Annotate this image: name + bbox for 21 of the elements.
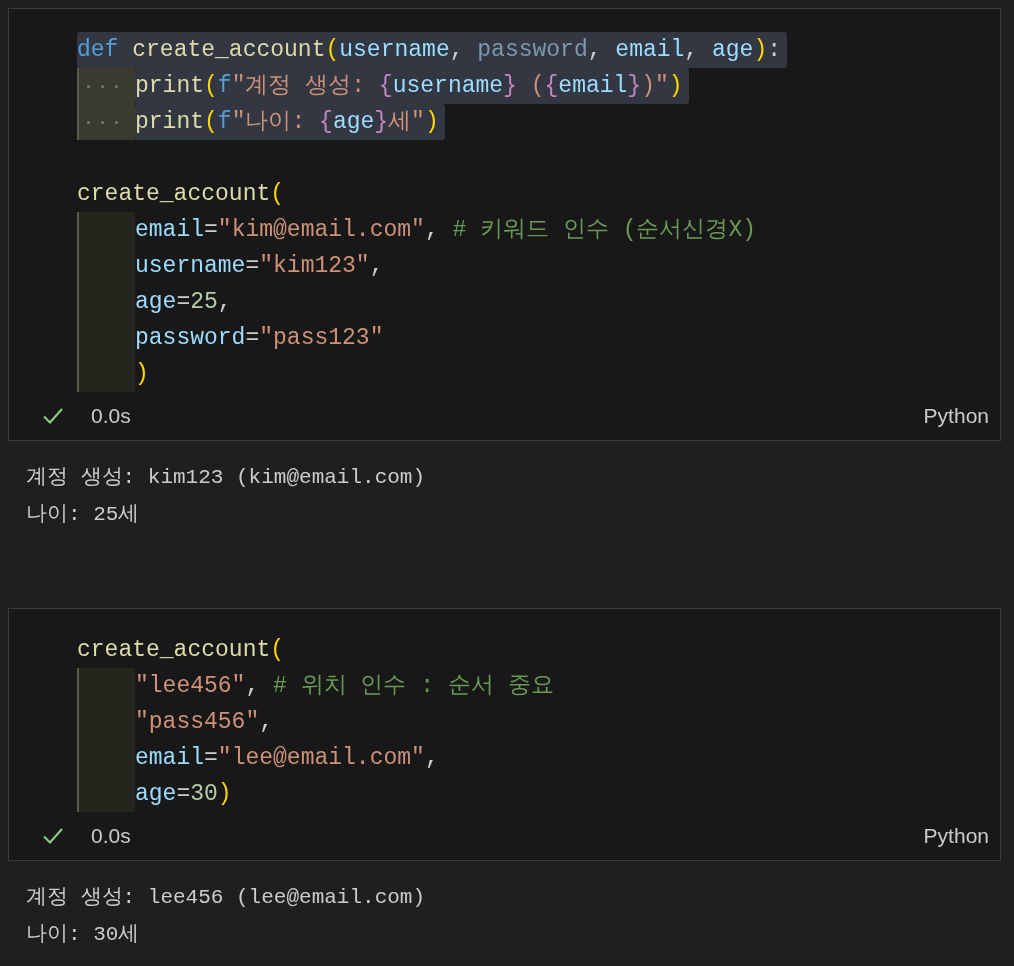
code-line: email="lee@email.com", [135,744,440,773]
code-cell[interactable]: create_account( "lee456", # 위치 인수 : 순서 중요 "pass456", email="lee@email.com", age=30) 0.0s Python [8,608,1001,861]
code-line: email="kim@email.com", # 키워드 인수 (순서신경X) [135,216,758,245]
code-line: age=30) [135,780,233,809]
output-line: 계정 생성: kim123 (kim@email.com) [26,465,427,491]
language-label[interactable]: Python [923,404,989,428]
code-cell[interactable] [8,8,1001,441]
output-line: 나이: 25세 [26,502,141,528]
code-line: create_account( [77,636,286,665]
code-line: username="kim123", [135,252,385,281]
code-line: password="pass123" [135,324,385,353]
code-line: ) [135,360,150,389]
output-line: 계정 생성: lee456 (lee@email.com) [26,885,427,911]
code-line: create_account( [77,180,286,209]
code-line: age=25, [135,288,233,317]
code-line: "lee456", # 위치 인수 : 순서 중요 [135,672,555,701]
execution-time: 0.0s [91,404,131,428]
execution-time: 0.0s [91,824,131,848]
code-line: "pass456", [135,708,275,737]
language-label[interactable]: Python [923,824,989,848]
output-line: 나이: 30세 [26,922,141,948]
